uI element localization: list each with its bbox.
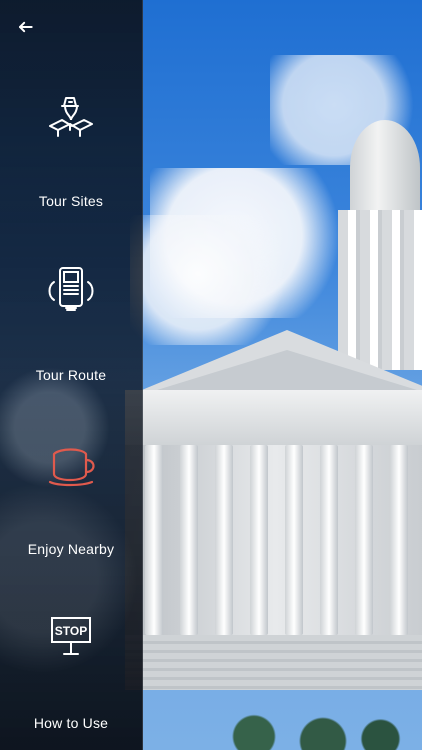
side-menu: Tour Sites Tour Route Enjoy Nearby STOP … [0, 0, 143, 750]
pediment-relief [157, 350, 417, 390]
column [215, 445, 233, 635]
menu-item-label: Enjoy Nearby [27, 541, 115, 557]
menu-item-how-to-use[interactable]: STOP How to Use [0, 597, 142, 747]
tour-sites-map-icon [36, 80, 106, 150]
back-arrow-icon [15, 17, 35, 42]
colonnade-shadow [125, 445, 422, 635]
menu-item-enjoy-nearby[interactable]: Enjoy Nearby [0, 423, 142, 573]
menu-item-tour-sites[interactable]: Tour Sites [0, 75, 142, 225]
menu-item-label: How to Use [33, 715, 109, 731]
menu-item-tour-route[interactable]: Tour Route [0, 249, 142, 399]
stop-sign-text: STOP [55, 624, 87, 638]
column [320, 445, 338, 635]
back-button[interactable] [10, 14, 40, 44]
column [180, 445, 198, 635]
app-screen: Tour Sites Tour Route Enjoy Nearby STOP … [0, 0, 422, 750]
cloud-decoration [130, 215, 300, 345]
front-steps [125, 635, 422, 690]
column [145, 445, 163, 635]
column [390, 445, 408, 635]
stop-sign-icon: STOP [36, 602, 106, 672]
menu-item-label: Tour Route [35, 367, 107, 383]
entablature [125, 390, 422, 445]
menu-item-label: Tour Sites [38, 193, 104, 209]
tour-route-device-icon [36, 254, 106, 324]
capitol-portico [125, 330, 422, 690]
column [285, 445, 303, 635]
column [250, 445, 268, 635]
coffee-cup-icon [36, 428, 106, 498]
foreground-trees [185, 705, 415, 750]
dome-cap [350, 120, 420, 215]
column [355, 445, 373, 635]
